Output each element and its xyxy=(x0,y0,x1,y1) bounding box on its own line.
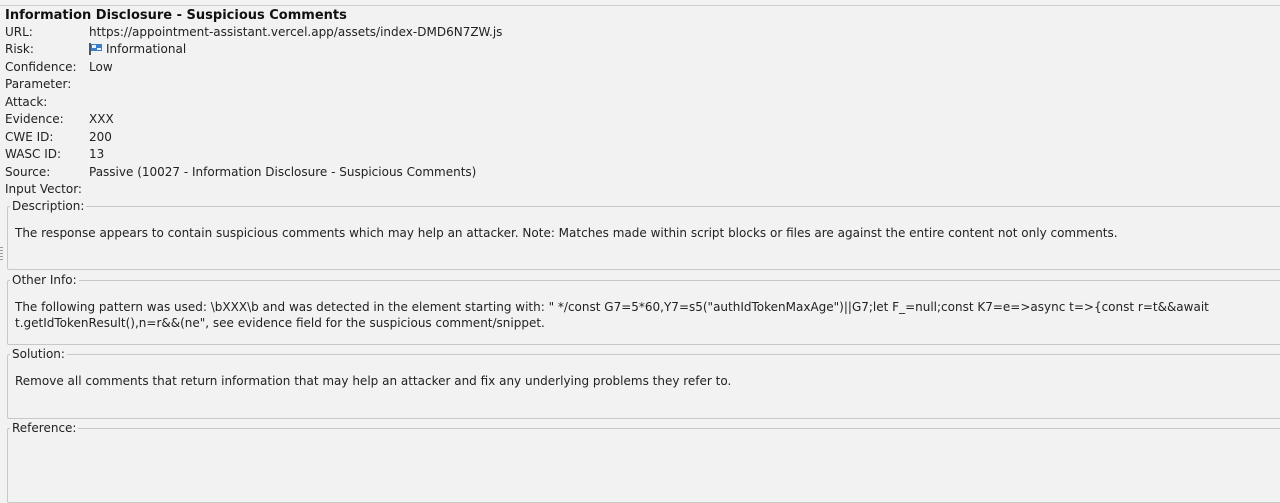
confidence-value: Low xyxy=(89,60,113,74)
confidence-label: Confidence: xyxy=(5,60,77,74)
other-info-text[interactable]: The following pattern was used: \bXXX\b … xyxy=(15,299,1235,331)
alert-title: Information Disclosure - Suspicious Comm… xyxy=(5,8,347,23)
panel-top-border xyxy=(0,5,1280,6)
evidence-label: Evidence: xyxy=(5,112,64,126)
other-info-label: Other Info: xyxy=(12,273,77,287)
risk-value: Informational xyxy=(106,42,187,56)
reference-section: Reference: xyxy=(7,421,1280,503)
solution-section: Solution: Remove all comments that retur… xyxy=(7,347,1280,419)
input-vector-label: Input Vector: xyxy=(5,182,82,196)
solution-label: Solution: xyxy=(12,347,65,361)
url-label: URL: xyxy=(5,25,33,39)
evidence-value: XXX xyxy=(89,112,114,126)
source-label: Source: xyxy=(5,165,51,179)
solution-text[interactable]: Remove all comments that return informat… xyxy=(15,373,1235,389)
reference-label: Reference: xyxy=(12,421,77,435)
risk-value-wrap: Informational xyxy=(89,41,186,58)
parameter-label: Parameter: xyxy=(5,77,72,91)
source-value: Passive (10027 - Information Disclosure … xyxy=(89,165,477,179)
wasc-value: 13 xyxy=(89,147,105,161)
description-section: Description: The response appears to con… xyxy=(7,199,1280,270)
risk-label: Risk: xyxy=(5,42,34,56)
url-value[interactable]: https://appointment-assistant.vercel.app… xyxy=(89,24,502,41)
cwe-label: CWE ID: xyxy=(5,130,54,144)
splitter-handle[interactable] xyxy=(0,247,3,261)
cwe-value[interactable]: 200 xyxy=(89,129,112,146)
attack-label: Attack: xyxy=(5,95,48,109)
flag-icon xyxy=(89,43,102,55)
wasc-label: WASC ID: xyxy=(5,147,62,161)
other-info-section: Other Info: The following pattern was us… xyxy=(7,273,1280,345)
description-text[interactable]: The response appears to contain suspicio… xyxy=(15,225,1235,241)
description-label: Description: xyxy=(12,199,85,213)
